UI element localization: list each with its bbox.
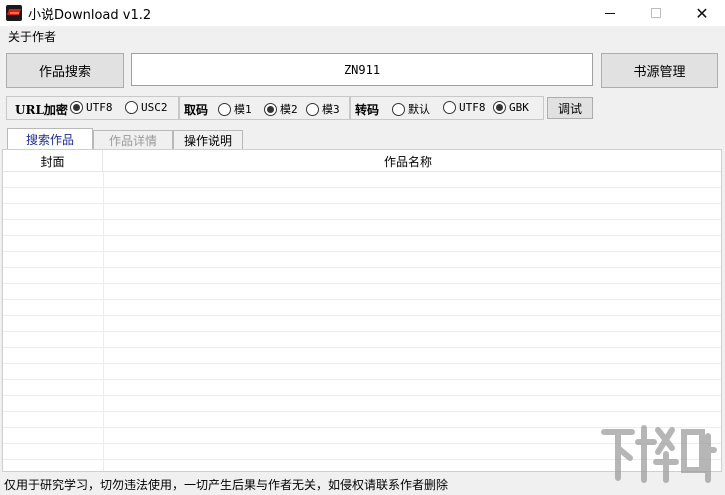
maximize-icon bbox=[651, 8, 661, 18]
source-manage-button[interactable]: 书源管理 bbox=[601, 53, 718, 88]
column-divider bbox=[103, 172, 104, 471]
tab-strip: 搜索作品 作品详情 操作说明 bbox=[0, 128, 725, 149]
radio-unchecked-icon bbox=[218, 102, 231, 116]
options-row: URL加密 UTF8 USC2 取码 模1 模2 模3 转码 默认 UTF8 G… bbox=[0, 96, 725, 122]
take-code-group: 取码 模1 模2 模3 bbox=[179, 96, 350, 120]
watermark-icon bbox=[601, 425, 717, 483]
app-icon bbox=[6, 5, 22, 21]
radio-unchecked-icon bbox=[306, 102, 319, 116]
close-button[interactable]: ✕ bbox=[679, 0, 725, 26]
list-header: 封面 作品名称 bbox=[3, 150, 721, 172]
close-icon: ✕ bbox=[695, 3, 709, 23]
url-encode-label: URL加密 bbox=[15, 103, 68, 117]
column-work-name[interactable]: 作品名称 bbox=[103, 150, 713, 172]
radio-unchecked-icon bbox=[392, 102, 405, 116]
minimize-button[interactable] bbox=[587, 0, 633, 26]
column-cover[interactable]: 封面 bbox=[3, 150, 103, 172]
radio-take-1[interactable]: 模1 bbox=[218, 101, 252, 117]
radio-take-2[interactable]: 模2 bbox=[264, 101, 298, 117]
radio-url-utf8[interactable]: UTF8 bbox=[70, 101, 113, 114]
tab-instructions[interactable]: 操作说明 bbox=[173, 130, 243, 149]
radio-checked-icon bbox=[493, 101, 506, 114]
transcode-label: 转码 bbox=[355, 103, 380, 117]
tab-work-details[interactable]: 作品详情 bbox=[93, 130, 173, 149]
transcode-group: 转码 默认 UTF8 GBK bbox=[350, 96, 544, 120]
radio-checked-icon bbox=[264, 102, 277, 116]
minimize-icon bbox=[605, 12, 615, 14]
maximize-button bbox=[633, 0, 679, 26]
keyword-input[interactable]: ZN911 bbox=[131, 53, 593, 86]
menu-bar: 关于作者 bbox=[0, 26, 725, 44]
status-text: 仅用于研究学习，切勿违法使用，一切产生后果与作者无关，如侵权请联系作者删除 bbox=[4, 478, 449, 492]
radio-take-3[interactable]: 模3 bbox=[306, 101, 340, 117]
search-works-button[interactable]: 作品搜索 bbox=[6, 53, 124, 88]
radio-trans-utf8[interactable]: UTF8 bbox=[443, 101, 486, 114]
window-title: 小说Download v1.2 bbox=[28, 8, 152, 23]
radio-checked-icon bbox=[70, 101, 83, 114]
debug-button[interactable]: 调试 bbox=[547, 97, 593, 119]
title-bar[interactable]: 小说Download v1.2 ✕ bbox=[0, 0, 725, 26]
watermark-logo bbox=[598, 418, 718, 488]
radio-trans-default[interactable]: 默认 bbox=[392, 101, 430, 117]
radio-url-usc2[interactable]: USC2 bbox=[125, 101, 168, 114]
menu-about-author[interactable]: 关于作者 bbox=[8, 28, 56, 45]
radio-unchecked-icon bbox=[125, 101, 138, 114]
url-encode-group: URL加密 UTF8 USC2 bbox=[6, 96, 179, 120]
radio-trans-gbk[interactable]: GBK bbox=[493, 101, 529, 114]
tab-search-works[interactable]: 搜索作品 bbox=[7, 128, 93, 149]
take-code-label: 取码 bbox=[184, 103, 209, 117]
radio-unchecked-icon bbox=[443, 101, 456, 114]
